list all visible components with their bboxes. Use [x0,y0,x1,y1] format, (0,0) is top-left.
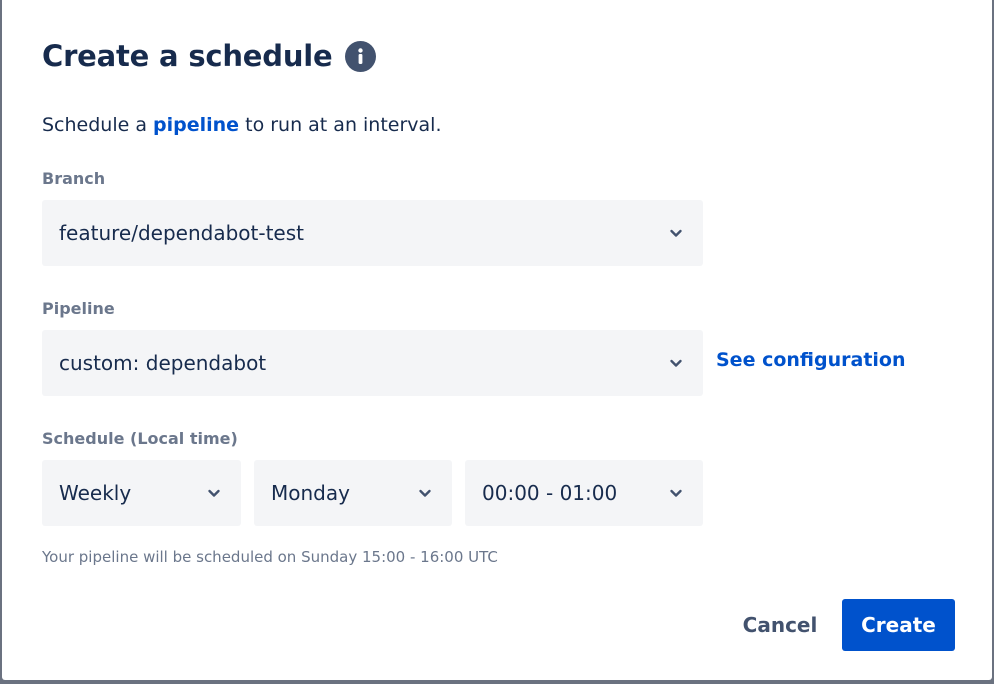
frequency-select-value: Weekly [59,481,132,505]
day-select[interactable]: Monday [254,460,452,526]
schedule-label: Schedule (Local time) [42,429,238,448]
description-prefix: Schedule a [42,114,154,136]
cancel-button[interactable]: Cancel [728,599,832,651]
branch-select-value: feature/dependabot-test [59,221,304,245]
pipeline-select[interactable]: custom: dependabot [42,330,703,396]
pipeline-label: Pipeline [42,299,115,318]
pipeline-link[interactable]: pipeline [153,114,239,136]
chevron-down-icon [669,356,683,370]
description-suffix: to run at an interval. [239,114,442,136]
chevron-down-icon [418,486,432,500]
info-icon[interactable] [344,40,376,72]
chevron-down-icon [207,486,221,500]
dialog-header: Create a schedule [42,34,376,78]
branch-label: Branch [42,169,106,188]
dialog-description: Schedule a pipeline to run at an interva… [42,114,442,136]
dialog-title: Create a schedule [42,39,333,73]
time-select[interactable]: 00:00 - 01:00 [465,460,703,526]
chevron-down-icon [669,226,683,240]
create-button[interactable]: Create [842,599,955,651]
day-select-value: Monday [271,481,350,505]
schedule-hint: Your pipeline will be scheduled on Sunda… [42,548,498,566]
frequency-select[interactable]: Weekly [42,460,241,526]
chevron-down-icon [669,486,683,500]
branch-select[interactable]: feature/dependabot-test [42,200,703,266]
pipeline-select-value: custom: dependabot [59,351,267,375]
create-schedule-dialog: Create a schedule Schedule a pipeline to… [2,0,992,680]
see-configuration-link[interactable]: See configuration [716,349,906,371]
time-select-value: 00:00 - 01:00 [482,481,618,505]
